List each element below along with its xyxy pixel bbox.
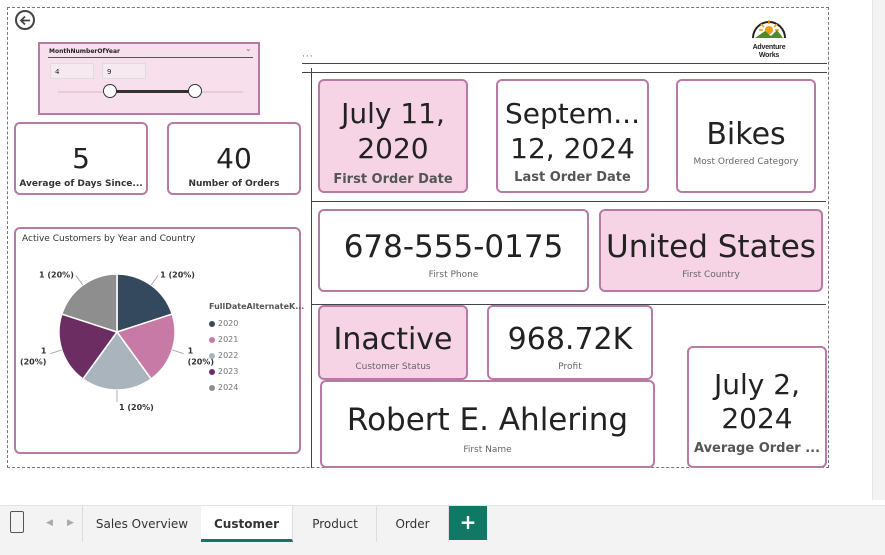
month-slicer[interactable]: MonthNumberOfYear ⌄ 4 9 <box>38 42 260 115</box>
legend-dot <box>209 320 215 327</box>
kpi-avg-order-value-line2: 2024 <box>721 402 793 435</box>
logo-sun-icon <box>752 20 786 39</box>
kpi-phone-label: First Phone <box>428 270 479 280</box>
tab-customer[interactable]: Customer <box>201 506 293 542</box>
slicer-divider <box>48 57 253 58</box>
slicer-min-handle[interactable] <box>103 84 117 98</box>
back-arrow-icon[interactable] <box>15 10 35 30</box>
kpi-num-orders-value: 40 <box>216 142 252 175</box>
legend-dot <box>209 336 215 343</box>
row-divider-1 <box>312 201 826 202</box>
leader-line <box>172 349 184 355</box>
legend-item-2021[interactable]: 2021 <box>209 332 304 348</box>
tab-product[interactable]: Product <box>294 506 377 542</box>
tab-sales-overview[interactable]: Sales Overview <box>82 506 202 542</box>
slicer-min-input[interactable]: 4 <box>50 63 94 79</box>
legend-item-2024[interactable]: 2024 <box>209 380 304 396</box>
kpi-num-orders-label: Number of Orders <box>188 179 280 189</box>
kpi-first-order-value-line1: July 11, <box>341 97 445 130</box>
slicer-max-handle[interactable] <box>188 84 202 98</box>
add-page-button[interactable]: + <box>449 506 487 540</box>
kpi-status-label: Customer Status <box>355 362 431 372</box>
kpi-status: Inactive Customer Status <box>318 305 468 380</box>
kpi-profit: 968.72K Profit <box>487 305 653 380</box>
kpi-country-label: First Country <box>682 270 740 280</box>
prev-page-arrow-icon[interactable]: ◀ <box>46 518 53 528</box>
legend-title: FullDateAlternateK... <box>209 302 305 311</box>
chart-title: Active Customers by Year and Country <box>22 234 196 244</box>
kpi-phone-value: 678-555-0175 <box>343 229 564 265</box>
chart-legend: FullDateAlternateK... 2020 2021 2022 202… <box>209 302 304 396</box>
pie-chart-card: Active Customers by Year and Country 1 (… <box>14 227 304 454</box>
legend-dot <box>209 368 215 375</box>
data-label: 1 (20%) <box>160 270 195 279</box>
kpi-num-orders: 40 Number of Orders <box>167 122 301 195</box>
legend-item-2022[interactable]: 2022 <box>209 348 304 364</box>
leader-line <box>150 275 159 286</box>
kpi-name-label: First Name <box>463 445 512 455</box>
leader-line <box>50 349 62 355</box>
kpi-avg-order: July 2, 2024 Average Order ... <box>687 346 827 468</box>
kpi-profit-label: Profit <box>558 362 582 372</box>
kpi-avg-days: 5 Average of Days Since... <box>14 122 148 195</box>
chevron-down-icon[interactable]: ⌄ <box>245 44 252 53</box>
data-label: 1 (20%) <box>20 347 47 367</box>
legend-dot <box>209 352 215 359</box>
kpi-country: United States First Country <box>599 209 823 292</box>
mobile-layout-icon[interactable] <box>10 511 24 533</box>
legend-dot <box>209 384 215 391</box>
kpi-profit-value: 968.72K <box>507 322 633 357</box>
vertical-scrollbar[interactable] <box>872 0 885 500</box>
kpi-last-order-value-line2: 12, 2024 <box>510 132 635 165</box>
kpi-name-value: Robert E. Ahlering <box>346 402 629 438</box>
slicer-range <box>109 90 195 93</box>
vertical-divider <box>311 68 312 468</box>
kpi-avg-order-value-line1: July 2, <box>714 368 800 401</box>
kpi-first-order: July 11, 2020 First Order Date <box>318 79 468 193</box>
kpi-phone: 678-555-0175 First Phone <box>318 209 589 292</box>
kpi-country-value: United States <box>606 229 816 265</box>
kpi-first-order-label: First Order Date <box>333 172 453 187</box>
legend-item-2023[interactable]: 2023 <box>209 364 304 380</box>
next-page-arrow-icon[interactable]: ▶ <box>67 518 74 528</box>
kpi-avg-order-label: Average Order ... <box>693 441 821 456</box>
kpi-last-order-label: Last Order Date <box>514 170 631 185</box>
logo-text-line2: Works <box>758 52 780 59</box>
leader-line <box>75 275 84 286</box>
kpi-first-order-value-line2: 2020 <box>357 132 429 165</box>
kpi-avg-days-value: 5 <box>72 142 90 175</box>
kpi-status-value: Inactive <box>333 322 453 357</box>
legend-item-2020[interactable]: 2020 <box>209 316 304 332</box>
slicer-title: MonthNumberOfYear <box>49 48 120 55</box>
kpi-category-value: Bikes <box>706 117 786 152</box>
top-divider-1 <box>302 63 827 64</box>
data-label: 1 (20%) <box>39 270 74 279</box>
kpi-category-label: Most Ordered Category <box>693 157 799 167</box>
logo-text-line1: Adventure <box>752 44 786 51</box>
top-divider-2 <box>302 72 827 73</box>
kpi-last-order-value-line1: Septem... <box>505 97 640 130</box>
data-label: 1 (20%) <box>119 403 154 412</box>
slicer-max-input[interactable]: 9 <box>102 63 146 79</box>
tab-order[interactable]: Order <box>377 506 449 542</box>
pie-chart: 1 (20%)1 (20%)1 (20%)1 (20%)1 (20%) <box>20 270 214 412</box>
kpi-category: Bikes Most Ordered Category <box>676 79 816 193</box>
page-tab-bar: ◀ ▶ Sales Overview Customer Product Orde… <box>0 505 885 555</box>
kpi-last-order: Septem... 12, 2024 Last Order Date <box>496 79 649 193</box>
more-options-icon[interactable]: ··· <box>302 52 314 62</box>
adventure-works-logo: Adventure Works <box>744 12 794 62</box>
kpi-avg-days-label: Average of Days Since... <box>19 179 143 189</box>
kpi-name: Robert E. Ahlering First Name <box>320 380 655 468</box>
